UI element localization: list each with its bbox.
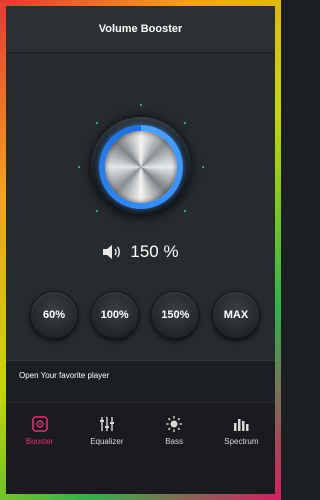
knob-tick-dot — [184, 210, 186, 212]
booster-icon — [31, 416, 48, 432]
tab-equalizer[interactable]: Equalizer — [73, 403, 140, 494]
knob-tick-dot — [184, 122, 186, 124]
speaker-icon — [103, 245, 121, 259]
tab-booster[interactable]: Booster — [6, 403, 73, 494]
app-screen: Volume Booster 150 % 60% 100% 150% MAX O… — [6, 6, 275, 494]
spectrum-icon — [234, 419, 249, 431]
open-player-label: Open Your favorite player — [19, 371, 110, 380]
tab-spectrum[interactable]: Spectrum — [208, 403, 275, 494]
gradient-border-frame: Volume Booster 150 % 60% 100% 150% MAX O… — [0, 0, 281, 500]
knob-tick-dot — [140, 104, 142, 106]
bass-icon — [166, 416, 183, 432]
knob-face[interactable] — [105, 131, 177, 203]
preset-100-button[interactable]: 100% — [90, 291, 139, 339]
title-bar: Volume Booster — [6, 6, 275, 53]
tab-bass[interactable]: Bass — [141, 403, 208, 494]
bottom-tab-bar: Booster Equalizer Bass Spectrum — [6, 402, 275, 494]
knob-tick-dot — [202, 166, 204, 168]
tab-spectrum-label: Spectrum — [224, 437, 259, 446]
knob-tick-dot — [96, 210, 98, 212]
open-player-bar[interactable]: Open Your favorite player — [6, 360, 275, 403]
volume-knob[interactable] — [76, 102, 206, 232]
tab-bass-label: Bass — [165, 437, 184, 446]
tab-booster-label: Booster — [25, 437, 54, 446]
preset-150-button[interactable]: 150% — [151, 291, 200, 339]
volume-readout: 150 % — [6, 238, 275, 266]
knob-tick-dot — [78, 166, 80, 168]
volume-level: 150 % — [130, 242, 179, 261]
knob-tick-dot — [96, 122, 98, 124]
preset-max-button[interactable]: MAX — [211, 291, 260, 339]
tab-equalizer-label: Equalizer — [90, 437, 124, 446]
app-title: Volume Booster — [98, 23, 183, 35]
equalizer-icon — [99, 417, 114, 431]
preset-buttons: 60% 100% 150% MAX — [30, 291, 260, 341]
preset-60-button[interactable]: 60% — [30, 291, 78, 339]
